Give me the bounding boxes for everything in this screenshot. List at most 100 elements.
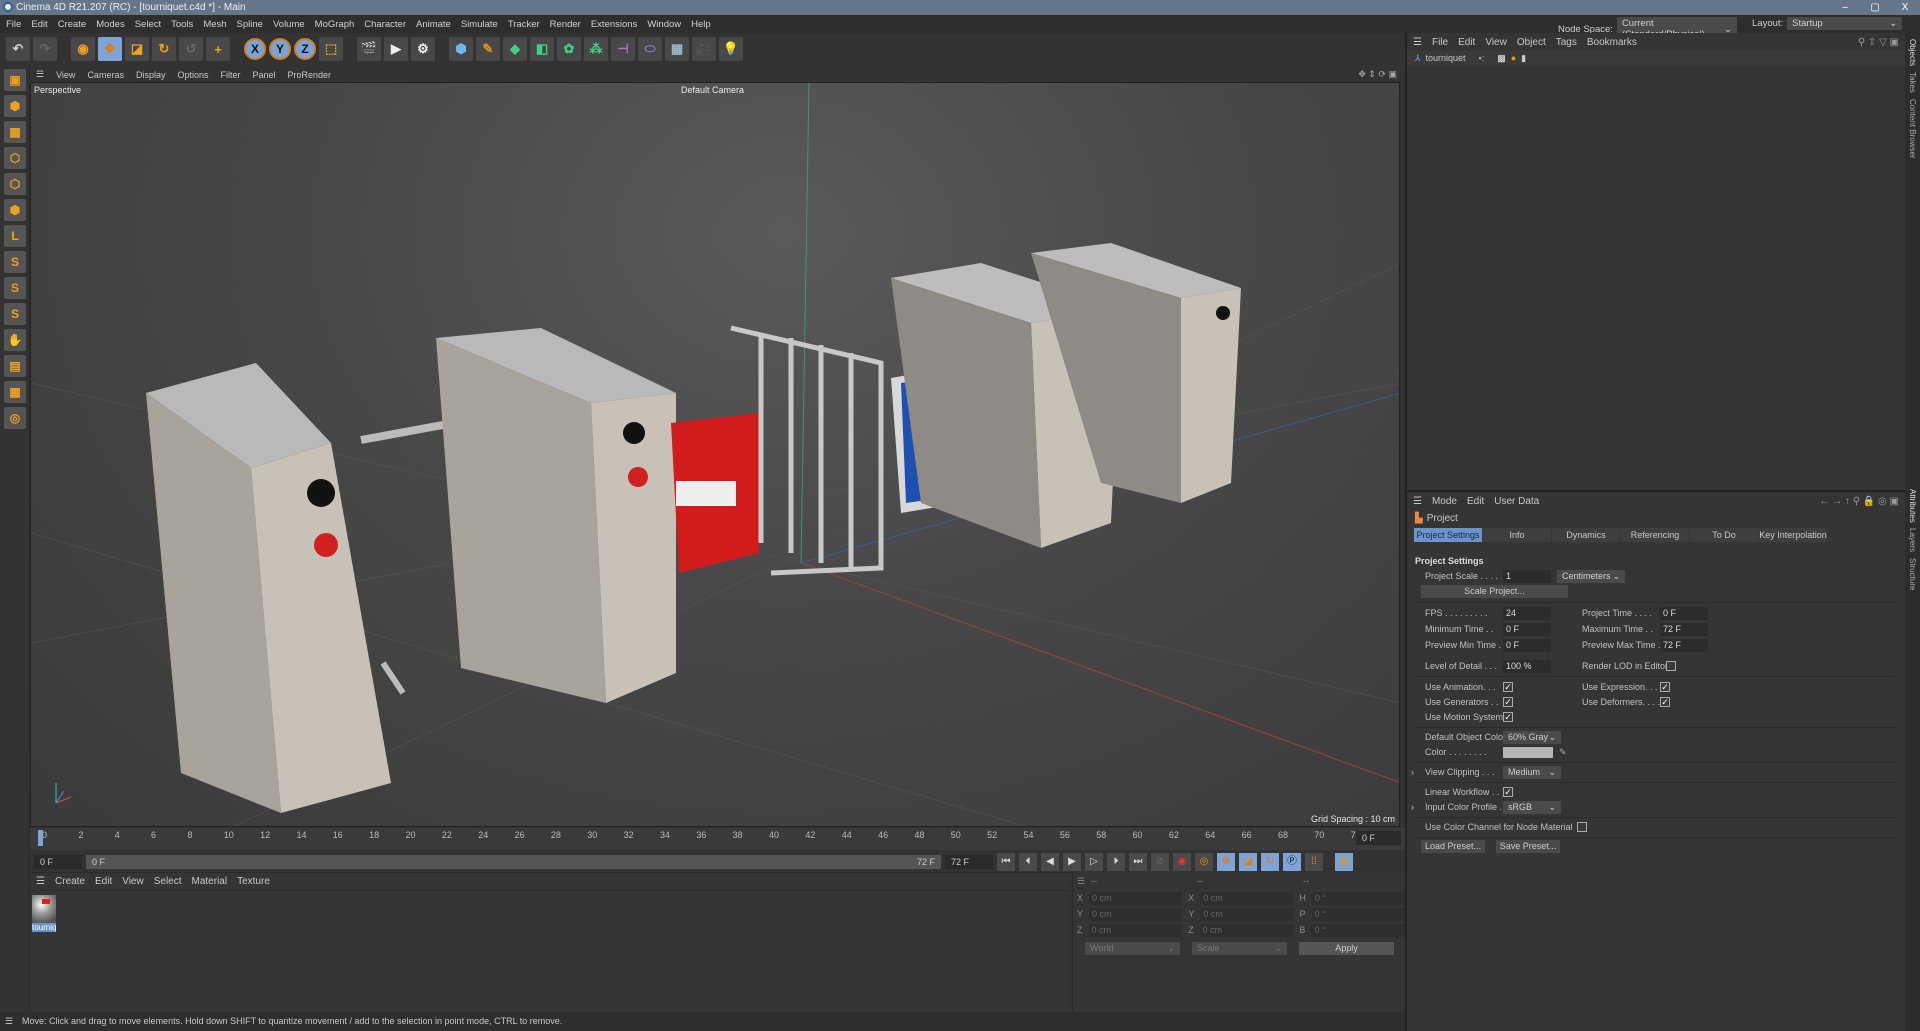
side-tab-attributes[interactable]: Attributes	[1908, 489, 1917, 523]
eyedropper-icon[interactable]: ✎	[1559, 747, 1567, 758]
linear-workflow-checkbox[interactable]: ✓	[1503, 787, 1513, 797]
position-z-field[interactable]: 0 cm	[1088, 923, 1183, 937]
minimize-button[interactable]: –	[1830, 0, 1860, 15]
workplane-icon[interactable]: ▤	[4, 355, 26, 377]
attributes-tool-icons[interactable]: ← → ↑ ⚲ 🔒 ◎ ▣	[1819, 496, 1899, 507]
close-button[interactable]: X	[1890, 0, 1920, 15]
menu-mesh[interactable]: Mesh	[203, 19, 226, 30]
autokey-icon[interactable]: ◉	[1173, 853, 1191, 871]
attributes-menu-user-data[interactable]: User Data	[1494, 496, 1539, 507]
record-icon[interactable]: ⊘	[1151, 853, 1169, 871]
object-menu-tags[interactable]: Tags	[1556, 37, 1577, 48]
apply-button[interactable]: Apply	[1299, 941, 1394, 955]
next-key-icon[interactable]: ⏵	[1107, 853, 1125, 871]
edges-mode-icon[interactable]: ⬡	[4, 173, 26, 195]
menu-spline[interactable]: Spline	[237, 19, 263, 30]
hamburger-icon[interactable]: ☰	[1413, 37, 1422, 48]
axis-mode-icon[interactable]: L	[4, 225, 26, 247]
extrude-icon[interactable]: ◧	[530, 37, 554, 61]
project-time-field[interactable]: 0 F	[1660, 606, 1708, 620]
tab-dynamics[interactable]: Dynamics	[1552, 528, 1620, 542]
use-expression-checkbox[interactable]: ✓	[1660, 682, 1670, 692]
key-scale-icon[interactable]: ◪	[1239, 853, 1257, 871]
cube-icon[interactable]: ⬢	[449, 37, 473, 61]
select-tool-icon[interactable]: ◉	[71, 37, 95, 61]
color-channel-checkbox[interactable]	[1576, 822, 1587, 832]
playhead[interactable]	[38, 830, 43, 846]
points-mode-icon[interactable]: ⬡	[4, 147, 26, 169]
object-menu-bookmarks[interactable]: Bookmarks	[1587, 37, 1637, 48]
previous-frame-icon[interactable]: ◀	[1041, 853, 1059, 871]
hamburger-icon[interactable]: ☰	[5, 1012, 13, 1031]
load-preset-button[interactable]: Load Preset...	[1421, 840, 1485, 853]
snap-settings-icon[interactable]: S	[4, 277, 26, 299]
subdivision-icon[interactable]: ◆	[503, 37, 527, 61]
render-picture-viewer-icon[interactable]: ▶	[384, 37, 408, 61]
minimum-time-field[interactable]: 0 F	[1503, 622, 1551, 636]
tab-project-settings[interactable]: Project Settings	[1414, 528, 1482, 542]
rotate-tool-icon[interactable]: ↻	[152, 37, 176, 61]
maximum-time-field[interactable]: 72 F	[1660, 622, 1708, 636]
size-z-field[interactable]: 0 cm	[1199, 923, 1294, 937]
timeline-ruler[interactable]: 0 2 4 6 8 10 12 14 16 18 20 22 24 26 28 30 32 34 36 38 40 42 4…	[30, 828, 1405, 850]
menu-window[interactable]: Window	[647, 19, 681, 30]
side-tab-layers[interactable]: Layers	[1908, 528, 1917, 552]
use-animation-checkbox[interactable]: ✓	[1503, 682, 1513, 692]
size-x-field[interactable]: 0 cm	[1200, 891, 1294, 905]
menu-render[interactable]: Render	[550, 19, 581, 30]
material-menu-texture[interactable]: Texture	[237, 876, 270, 887]
viewport-menu-prorender[interactable]: ProRender	[288, 70, 332, 80]
object-menu-file[interactable]: File	[1432, 37, 1448, 48]
key-parameter-icon[interactable]: Ⓟ	[1283, 853, 1301, 871]
make-editable-icon[interactable]: ▣	[4, 69, 26, 91]
end-frame-field[interactable]: 72 F	[945, 855, 993, 869]
scale-tool-icon[interactable]: ◪	[125, 37, 149, 61]
field-icon[interactable]: ⬭	[638, 37, 662, 61]
menu-select[interactable]: Select	[135, 19, 161, 30]
menu-tools[interactable]: Tools	[171, 19, 193, 30]
maximize-button[interactable]: ▢	[1860, 0, 1890, 15]
material-swatch[interactable]: tourniqu	[32, 895, 56, 932]
camera-icon[interactable]: 🎥	[692, 37, 716, 61]
keyframe-selection-icon[interactable]: ◎	[1195, 853, 1213, 871]
material-menu-material[interactable]: Material	[192, 876, 228, 887]
preview-range-slider[interactable]: 0 F 72 F	[86, 855, 941, 869]
color-swatch[interactable]	[1503, 746, 1553, 758]
object-menu-view[interactable]: View	[1485, 37, 1507, 48]
undo-icon[interactable]: ↶	[6, 37, 30, 61]
expand-arrow-icon[interactable]: ›	[1411, 767, 1425, 777]
previous-key-icon[interactable]: ⏴	[1019, 853, 1037, 871]
scale-project-button[interactable]: Scale Project...	[1421, 585, 1568, 598]
tab-referencing[interactable]: Referencing	[1621, 528, 1689, 542]
material-name[interactable]: tourniqu	[32, 923, 56, 932]
render-lod-checkbox[interactable]	[1666, 661, 1676, 671]
move-tool-icon[interactable]: ✥	[98, 37, 122, 61]
level-of-detail-field[interactable]: 100 %	[1503, 659, 1551, 673]
object-name[interactable]: tourniquet	[1426, 53, 1474, 63]
side-tab-content-browser[interactable]: Content Browser	[1908, 99, 1917, 159]
play-icon[interactable]: ▶	[1063, 853, 1081, 871]
fps-field[interactable]: 24	[1503, 606, 1551, 620]
object-menu-edit[interactable]: Edit	[1458, 37, 1475, 48]
solo-icon[interactable]: ◎	[4, 407, 26, 429]
visibility-toggle-icon[interactable]: ▪:	[1479, 53, 1485, 63]
menu-volume[interactable]: Volume	[273, 19, 305, 30]
menu-character[interactable]: Character	[364, 19, 406, 30]
key-pla-icon[interactable]: ⁞⁞	[1305, 853, 1323, 871]
object-manager-tool-icons[interactable]: ⚲ ⇧ ▽ ▣	[1858, 37, 1899, 48]
position-y-field[interactable]: 0 cm	[1089, 907, 1183, 921]
material-menu-view[interactable]: View	[122, 876, 144, 887]
use-generators-checkbox[interactable]: ✓	[1503, 697, 1513, 707]
workplane-snap-icon[interactable]: S	[4, 303, 26, 325]
tab-info[interactable]: Info	[1483, 528, 1551, 542]
pen-icon[interactable]: ✎	[476, 37, 500, 61]
layout-dropdown[interactable]: Startup ⌄	[1787, 17, 1903, 30]
preview-min-time-field[interactable]: 0 F	[1503, 638, 1551, 652]
object-menu-object[interactable]: Object	[1517, 37, 1546, 48]
side-tab-objects[interactable]: Objects	[1908, 39, 1917, 66]
z-axis-lock-icon[interactable]: Z	[294, 38, 316, 60]
start-frame-field[interactable]: 0 F	[34, 855, 82, 869]
tab-to-do[interactable]: To Do	[1690, 528, 1758, 542]
menu-mograph[interactable]: MoGraph	[315, 19, 355, 30]
y-axis-lock-icon[interactable]: Y	[269, 38, 291, 60]
